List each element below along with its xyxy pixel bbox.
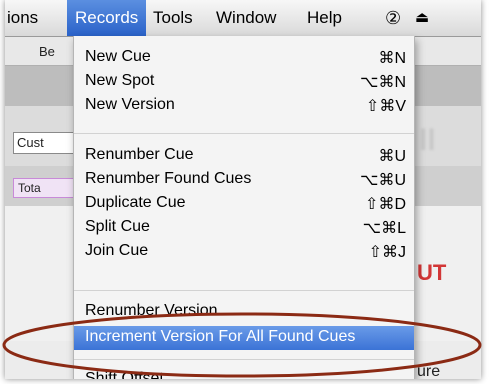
shortcut-label: ⌘U [378,148,406,165]
shortcut-label: ⇧⌘D [365,196,406,213]
bottom-label: ure [417,363,441,379]
menu-tools[interactable]: Tools [153,0,193,36]
cust-field[interactable]: Cust [13,132,75,154]
menu-item-renumber-version[interactable]: Renumber Version [74,300,414,324]
menu-item-new-cue[interactable]: New Cue ⌘N [74,46,414,70]
menu-item-duplicate-cue[interactable]: Duplicate Cue ⇧⌘D [74,192,414,216]
app-screenshot: ions Records Tools Window Help ② ⏏ Be Cu… [5,0,481,379]
eject-icon[interactable]: ⏏ [415,0,429,36]
menu-item-renumber-found-cues[interactable]: Renumber Found Cues ⌥⌘U [74,168,414,192]
menu-separator [74,133,414,134]
menu-bar: ions Records Tools Window Help ② ⏏ [5,0,481,37]
time-machine-icon[interactable]: ② [385,0,401,36]
menu-item-split-cue[interactable]: Split Cue ⌥⌘L [74,216,414,240]
menu-separator [74,290,414,291]
menu-separator [74,359,414,360]
menu-help[interactable]: Help [307,0,342,36]
shortcut-label: ⌘N [378,50,406,67]
records-menu: New Cue ⌘N New Spot ⌥⌘N New Version ⇧⌘V Ren… [73,36,415,379]
menu-item-new-spot[interactable]: New Spot ⌥⌘N [74,70,414,94]
shortcut-label: ⇧⌘J [368,244,406,261]
shortcut-label: ⇧⌘V [365,98,406,115]
menu-options[interactable]: ions [7,0,38,36]
totals-field[interactable]: Tota [13,178,75,198]
menu-window[interactable]: Window [216,0,276,36]
shortcut-label: ⌥⌘N [360,74,406,91]
menu-item-renumber-cue[interactable]: Renumber Cue ⌘U [74,144,414,168]
warning-edge: UT [417,260,447,285]
menu-item-shift-offset[interactable]: Shift Offset [74,368,414,379]
title-right-edge: ll [419,124,436,157]
shortcut-label: ⌥⌘L [362,220,406,237]
menu-item-increment-version-all-found[interactable]: Increment Version For All Found Cues [74,326,414,350]
toolbar-label: Be [39,44,55,59]
menu-item-join-cue[interactable]: Join Cue ⇧⌘J [74,240,414,264]
shortcut-label: ⌥⌘U [360,172,406,189]
menu-item-new-version[interactable]: New Version ⇧⌘V [74,94,414,118]
menu-records[interactable]: Records [67,0,147,36]
